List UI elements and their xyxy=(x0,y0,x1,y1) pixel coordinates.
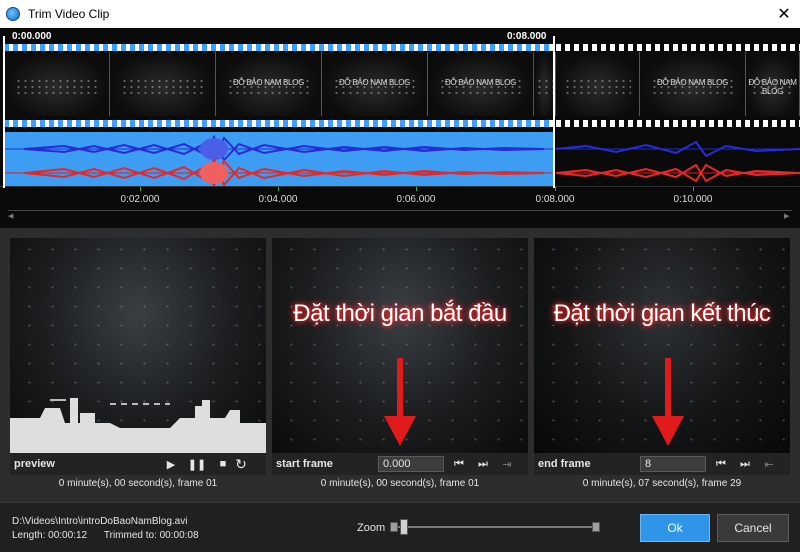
play-icon[interactable]: ▶ xyxy=(162,455,180,473)
skip-to-start-icon[interactable]: ⏮ xyxy=(450,455,468,473)
skip-to-start-icon[interactable]: ⏮ xyxy=(712,455,730,473)
waveform-graphic xyxy=(4,134,554,188)
ruler-label: 0:04.000 xyxy=(258,194,298,205)
thumbnail-frame: ĐỖ BẢO NAM BLOG xyxy=(640,52,746,116)
title-bar: Trim Video Clip ✕ xyxy=(0,0,800,28)
thumbnail-frame: ĐỖ BẢO NAM BLOG xyxy=(216,52,322,116)
ruler-label: 0:06.000 xyxy=(396,194,436,205)
preview-scene xyxy=(10,398,266,453)
timeline-end-time: 0:08.000 xyxy=(507,31,547,42)
end-annotation: Đặt thời gian kết thúc xyxy=(553,300,771,327)
zoom-max-icon[interactable] xyxy=(592,522,600,532)
zoom-label: Zoom xyxy=(357,522,386,534)
ruler-tick xyxy=(416,187,417,191)
loop-icon[interactable]: ↻ xyxy=(232,455,250,473)
start-frame-status: 0 minute(s), 00 second(s), frame 01 xyxy=(320,478,480,489)
thumbnail-frame: ĐỖ BẢO NAM BLOG xyxy=(746,52,800,116)
start-annotation: Đặt thời gian bắt đầu xyxy=(293,300,507,327)
zoom-slider-track[interactable] xyxy=(392,526,600,528)
ruler-tick xyxy=(140,187,141,191)
down-arrow-icon xyxy=(652,358,684,446)
skip-to-end-icon[interactable]: ⏭ xyxy=(736,455,754,473)
end-frame-label: end frame xyxy=(538,458,591,470)
audio-waveform xyxy=(555,132,800,186)
ruler-label: 0:08.000 xyxy=(535,194,575,205)
preview-controls: preview ▶ ❚❚ ■ ↻ xyxy=(10,453,266,475)
audio-waveform-selected xyxy=(4,132,554,188)
timeline-scrollbar[interactable]: ◀ ▶ xyxy=(8,210,792,220)
frame-text: ĐỖ BẢO NAM BLOG xyxy=(444,78,517,87)
film-sprocket-bottom xyxy=(556,120,800,127)
film-sprocket-top-selected xyxy=(4,44,554,51)
frame-text: ĐỖ BẢO NAM BLOG xyxy=(656,78,729,87)
timeline-start-time: 0:00.000 xyxy=(12,31,52,42)
start-frame-label: start frame xyxy=(276,458,333,470)
set-marker-icon[interactable]: ⇤ xyxy=(760,455,778,473)
frame-strip-outside: ĐỖ BẢO NAM BLOG ĐỖ BẢO NAM BLOG xyxy=(556,52,800,116)
waveform-graphic xyxy=(555,140,800,183)
start-marker-handle[interactable] xyxy=(3,36,5,188)
set-marker-icon[interactable]: ⇥ xyxy=(498,455,516,473)
scroll-left-icon[interactable]: ◀ xyxy=(8,213,16,221)
end-marker-handle[interactable] xyxy=(553,36,555,188)
stop-icon[interactable]: ■ xyxy=(214,455,232,473)
end-frame-video: Đặt thời gian kết thúc xyxy=(534,238,790,453)
end-frame-controls: end frame ⏮ ⏭ ⇤ xyxy=(534,453,790,475)
file-info: Length: 00:00:12 Trimmed to: 00:00:08 xyxy=(12,530,199,541)
frame-strip: ĐỖ BẢO NAM BLOG ĐỖ BẢO NAM BLOG ĐỖ BẢO N… xyxy=(4,52,556,116)
pause-icon[interactable]: ❚❚ xyxy=(188,455,206,473)
end-time-input[interactable] xyxy=(640,456,706,472)
length-label: Length: xyxy=(12,530,46,541)
file-path: D:\Videos\Intro\introDoBaoNamBlog.avi xyxy=(12,516,188,527)
trimmed-value: 00:00:08 xyxy=(159,530,199,541)
cancel-button[interactable]: Cancel xyxy=(717,514,789,542)
thumbnail-frame: ĐỖ BẢO NAM BLOG xyxy=(322,52,428,116)
preview-label: preview xyxy=(14,458,55,470)
ruler-label: 0:02.000 xyxy=(120,194,160,205)
down-arrow-icon xyxy=(384,358,416,446)
footer: D:\Videos\Intro\introDoBaoNamBlog.avi Le… xyxy=(0,502,800,552)
ruler-tick xyxy=(693,187,694,191)
app-icon xyxy=(6,7,20,21)
thumbnail-frame xyxy=(556,52,640,116)
preview-status: 0 minute(s), 00 second(s), frame 01 xyxy=(58,478,218,489)
ok-button[interactable]: Ok xyxy=(640,514,710,542)
thumbnail-frame xyxy=(110,52,216,116)
thumbnail-frame: ĐỖ BẢO NAM BLOG xyxy=(428,52,534,116)
timeline[interactable]: 0:00.000 0:08.000 ĐỖ BẢO NAM BLOG ĐỖ BẢO… xyxy=(0,28,800,228)
film-sprocket-bottom-selected xyxy=(4,120,554,127)
length-value: 00:00:12 xyxy=(48,530,88,541)
start-frame-controls: start frame ⏮ ⏭ ⇥ xyxy=(272,453,528,475)
frame-text: ĐỖ BẢO NAM BLOG xyxy=(748,78,797,96)
trimmed-label: Trimmed to: xyxy=(103,530,157,541)
zoom-slider-thumb[interactable] xyxy=(400,519,408,535)
end-frame-status: 0 minute(s), 07 second(s), frame 29 xyxy=(582,478,742,489)
skip-to-end-icon[interactable]: ⏭ xyxy=(474,455,492,473)
time-ruler[interactable]: 0:02.000 0:04.000 0:06.000 0:08.000 0:10… xyxy=(0,186,800,208)
zoom-min-icon[interactable] xyxy=(390,522,398,532)
ruler-tick xyxy=(278,187,279,191)
film-sprocket-top xyxy=(556,44,800,51)
thumbnail-frame xyxy=(4,52,110,116)
start-frame-video: Đặt thời gian bắt đầu xyxy=(272,238,528,453)
frame-text: ĐỖ BẢO NAM BLOG xyxy=(338,78,411,87)
preview-panel: preview ▶ ❚❚ ■ ↻ 0 minute(s), 00 second(… xyxy=(10,238,266,494)
frame-text: ĐỖ BẢO NAM BLOG xyxy=(232,78,305,87)
preview-video[interactable] xyxy=(10,238,266,453)
scroll-right-icon[interactable]: ▶ xyxy=(784,213,792,221)
start-time-input[interactable] xyxy=(378,456,444,472)
ruler-label: 0:10.000 xyxy=(673,194,713,205)
close-button[interactable]: ✕ xyxy=(768,0,800,28)
end-frame-panel: Đặt thời gian kết thúc end frame ⏮ ⏭ ⇤ 0… xyxy=(534,238,790,494)
start-frame-panel: Đặt thời gian bắt đầu start frame ⏮ ⏭ ⇥ … xyxy=(272,238,528,494)
window-title: Trim Video Clip xyxy=(28,7,110,21)
ruler-tick xyxy=(555,187,556,191)
